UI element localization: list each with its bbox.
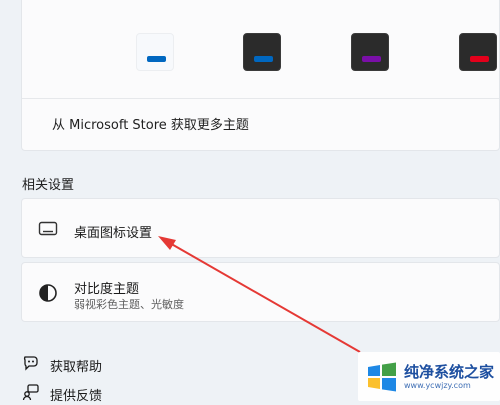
site-watermark: 纯净系统之家 www.ycwjzy.com <box>358 352 500 401</box>
desktop-icon-settings-title: 桌面图标设置 <box>74 226 153 241</box>
store-themes-link[interactable]: 从 Microsoft Store 获取更多主题 <box>52 114 249 133</box>
theme-swatch-dark-blue[interactable] <box>243 33 281 71</box>
feedback-icon <box>22 383 40 405</box>
windows-logo <box>368 362 396 391</box>
swatch-accent-bar <box>362 56 381 62</box>
related-settings-heading: 相关设置 <box>22 178 75 193</box>
divider <box>22 98 499 99</box>
contrast-icon <box>38 283 58 307</box>
swatch-accent-bar <box>470 56 489 62</box>
watermark-url: www.ycwjzy.com <box>404 380 471 390</box>
swatch-accent-bar <box>254 56 273 62</box>
give-feedback-link[interactable]: 提供反馈 <box>22 383 102 405</box>
contrast-themes-row[interactable]: 对比度主题 弱视彩色主题、光敏度 <box>21 262 500 322</box>
theme-swatch-dark-purple[interactable] <box>351 33 389 71</box>
theme-swatch-dark-red[interactable] <box>459 33 497 71</box>
get-help-link[interactable]: 获取帮助 <box>22 354 102 376</box>
swatch-accent-bar <box>147 56 166 62</box>
get-help-label: 获取帮助 <box>50 359 103 375</box>
monitor-icon <box>38 221 58 241</box>
contrast-themes-title: 对比度主题 <box>74 282 140 297</box>
help-chat-icon <box>22 354 40 376</box>
watermark-title: 纯净系统之家 <box>404 362 495 381</box>
themes-panel: 从 Microsoft Store 获取更多主题 <box>21 0 500 151</box>
desktop-icon-settings-row[interactable]: 桌面图标设置 <box>21 198 500 258</box>
theme-swatch-light-blue[interactable] <box>136 33 174 71</box>
contrast-themes-subtitle: 弱视彩色主题、光敏度 <box>74 298 184 311</box>
